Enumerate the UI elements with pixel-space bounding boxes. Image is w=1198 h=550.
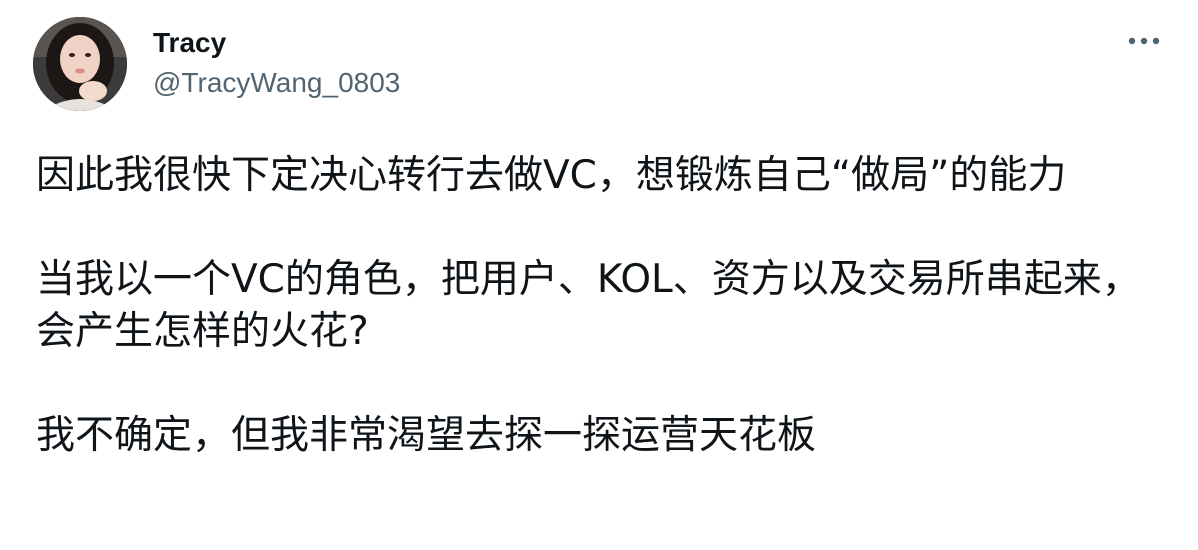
tweet-card: Tracy @TracyWang_0803 因此我很快下定决心转行去做VC，想锻… (0, 0, 1198, 550)
tweet-text: 因此我很快下定决心转行去做VC，想锻炼自己“做局”的能力 当我以一个VC的角色，… (36, 150, 1166, 462)
avatar-image (33, 17, 127, 111)
tweet-paragraph: 因此我很快下定决心转行去做VC，想锻炼自己“做局”的能力 (36, 153, 1067, 198)
more-horizontal-icon (1128, 37, 1160, 45)
tweet-paragraph: 我不确定，但我非常渴望去探一探运营天花板 (36, 413, 817, 458)
more-options-button[interactable] (1124, 26, 1164, 56)
avatar[interactable] (33, 17, 127, 111)
tweet-paragraph: 当我以一个VC的角色，把用户、KOL、资方以及交易所串起来，会产生怎样的火花? (36, 257, 1141, 354)
author-handle[interactable]: @TracyWang_0803 (153, 66, 400, 100)
author-name[interactable]: Tracy (153, 26, 226, 60)
